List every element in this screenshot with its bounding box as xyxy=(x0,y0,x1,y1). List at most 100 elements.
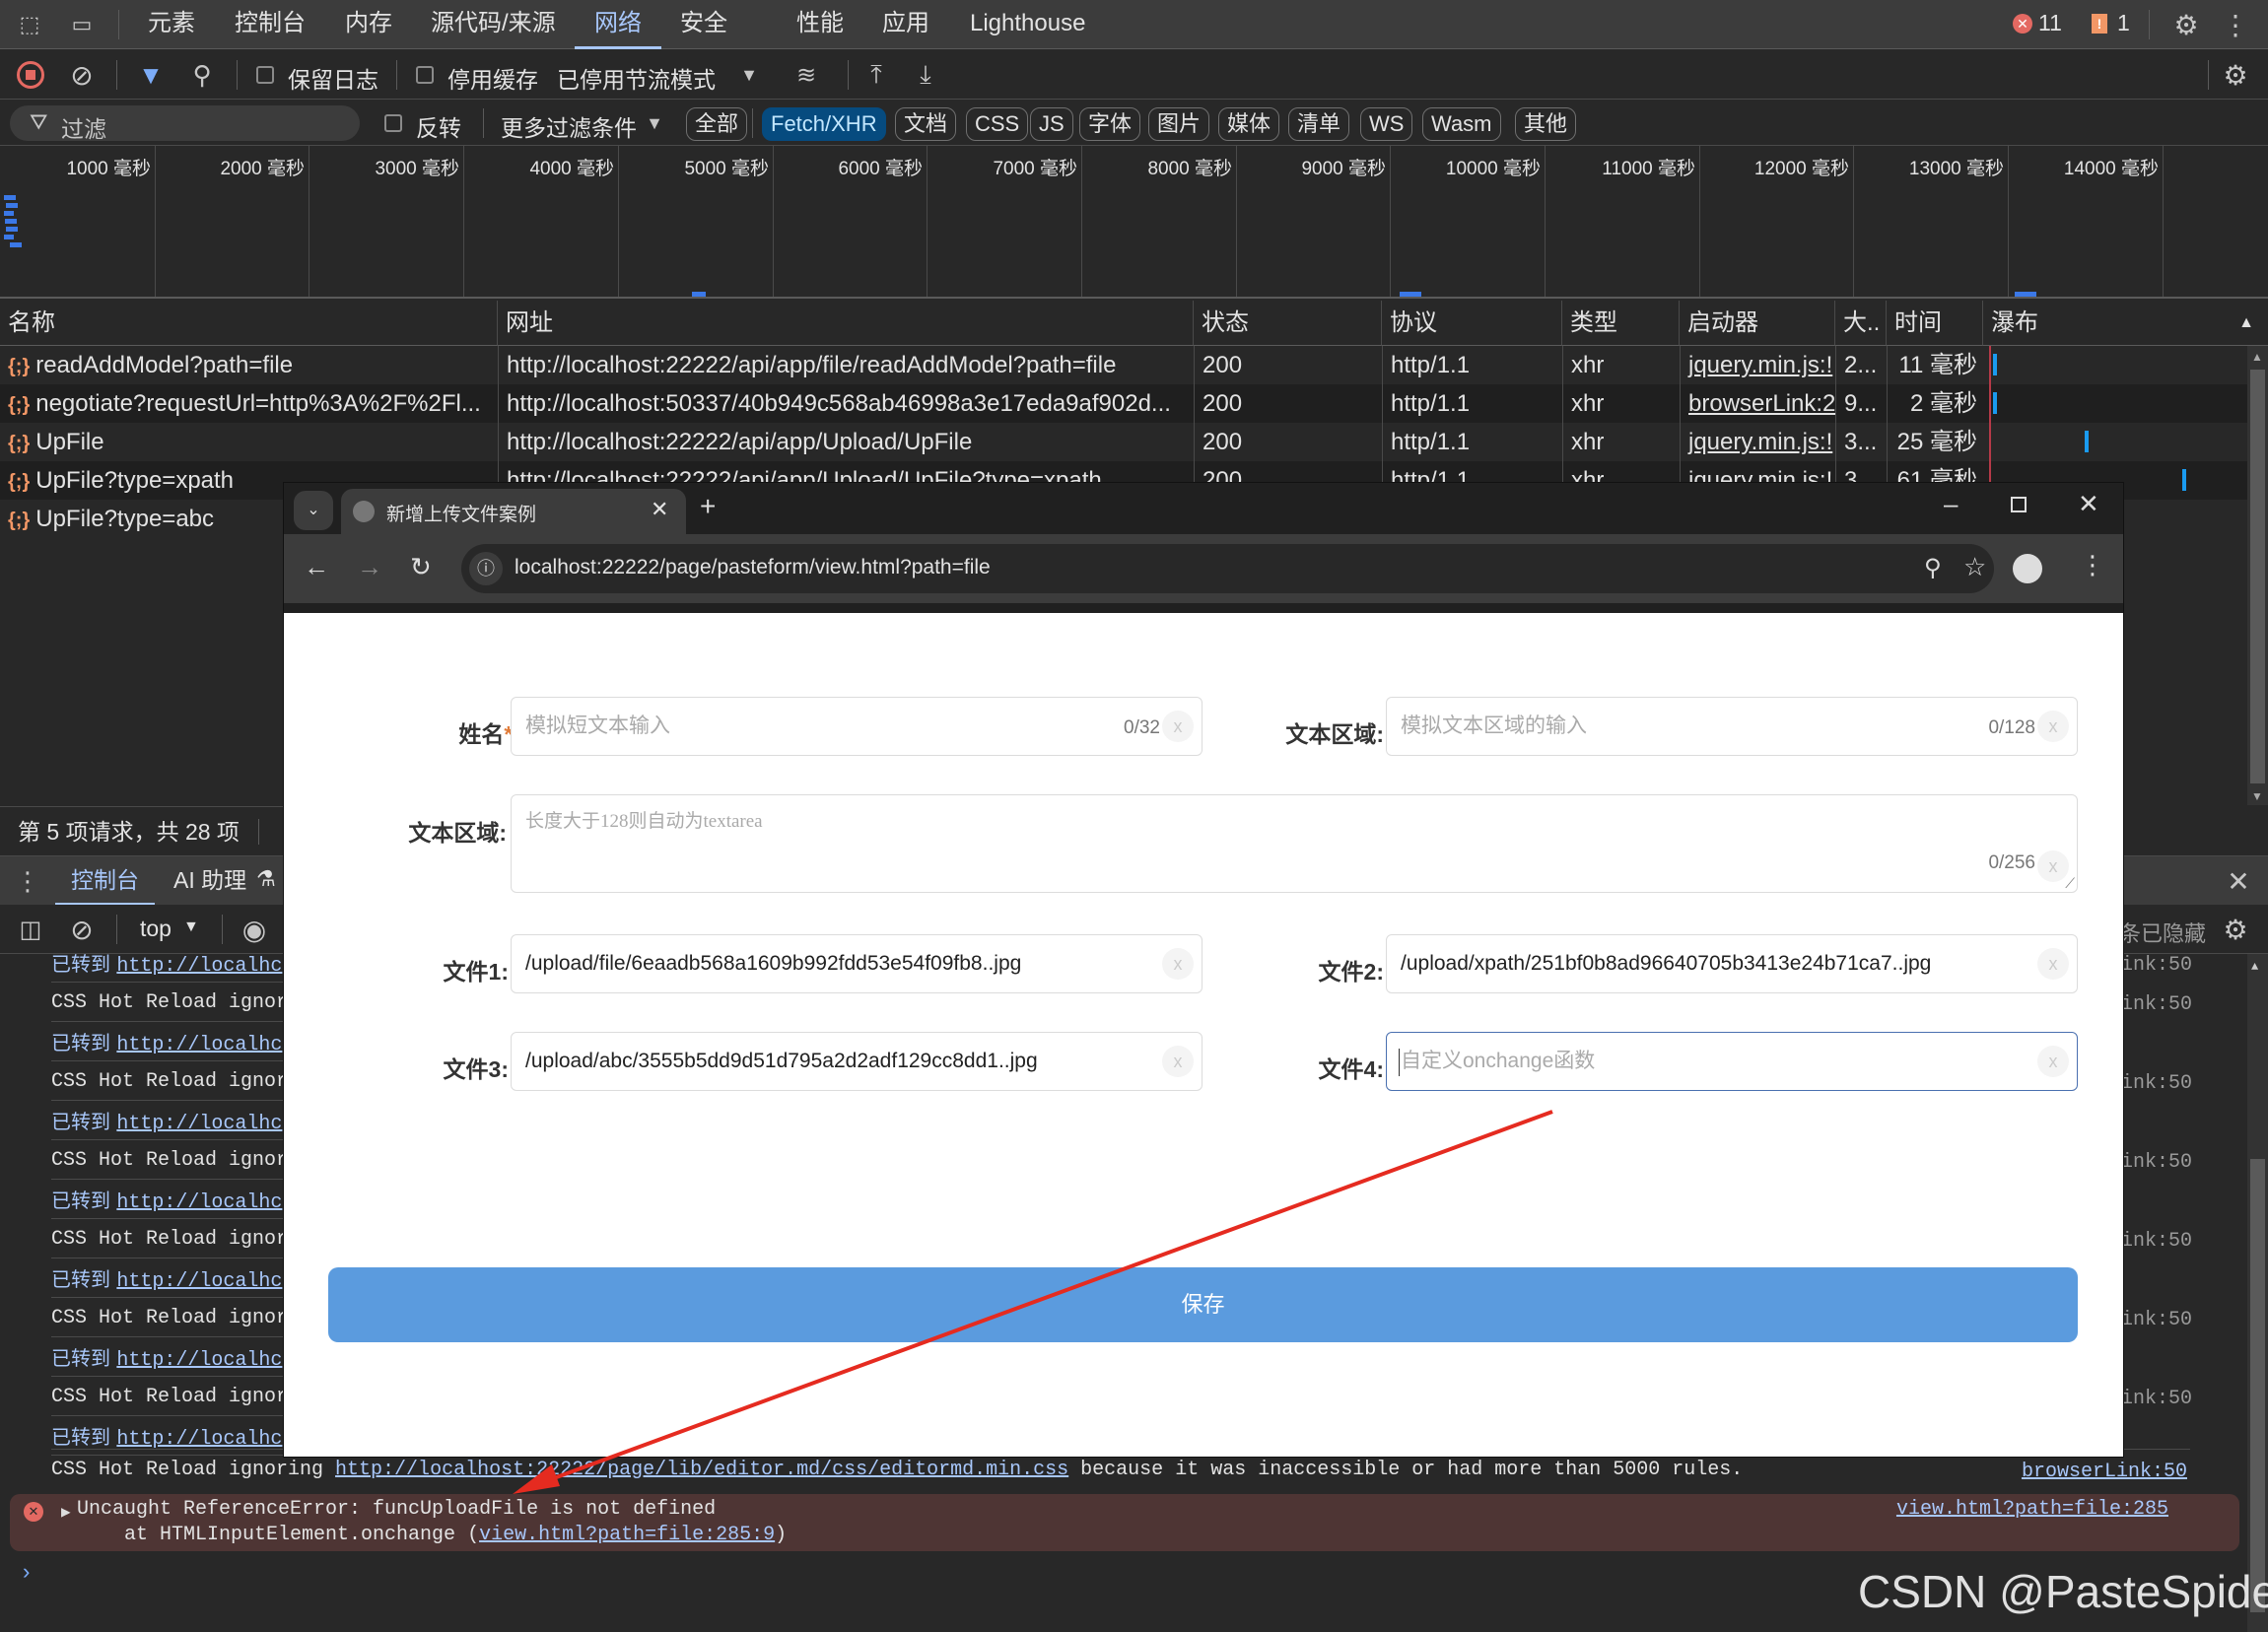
filter-chip-ws[interactable]: WS xyxy=(1360,107,1413,141)
filter-chip-manifest[interactable]: 清单 xyxy=(1288,107,1350,141)
maximize-window-icon[interactable] xyxy=(2011,497,2027,512)
clear-input-icon[interactable]: x xyxy=(2037,1046,2069,1077)
disable-cache-checkbox[interactable] xyxy=(416,66,434,84)
address-bar[interactable]: ⓘ localhost:22222/page/pasteform/view.ht… xyxy=(461,544,1994,593)
device-toolbar-icon[interactable]: ▭ xyxy=(65,10,99,39)
request-row[interactable]: {;} negotiate?requestUrl=http%3A%2F%2Fl..… xyxy=(0,384,2247,423)
source-link-view-html[interactable]: view.html?path=file:285 xyxy=(1896,1498,2168,1521)
source-link[interactable]: ink:50 xyxy=(2121,1151,2192,1174)
source-link[interactable]: ink:50 xyxy=(2121,954,2192,977)
column-header-size[interactable]: 大.. xyxy=(1835,301,1887,346)
reload-icon[interactable]: ↻ xyxy=(410,552,432,582)
filter-chip-all[interactable]: 全部 xyxy=(686,107,748,141)
browser-menu-icon[interactable]: ⋮ xyxy=(2080,550,2105,580)
context-selector[interactable]: top xyxy=(140,916,172,942)
name-input[interactable]: 模拟短文本输入 0/32 x xyxy=(511,697,1203,756)
tab-sources[interactable]: 源代码/来源 xyxy=(431,0,556,49)
file3-input[interactable]: /upload/abc/3555b5dd9d51d795a2d2adf129cc… xyxy=(511,1032,1203,1091)
clear-input-icon[interactable]: x xyxy=(2037,850,2069,882)
close-drawer-icon[interactable]: ✕ xyxy=(2224,866,2253,897)
redirect-link[interactable]: http://localhc xyxy=(116,1270,282,1293)
scroll-down-icon[interactable]: ▼ xyxy=(2251,789,2263,803)
context-dropdown-icon[interactable]: ▼ xyxy=(183,918,199,936)
filter-chip-fetch-xhr[interactable]: Fetch/XHR xyxy=(762,107,886,141)
source-link[interactable]: ink:50 xyxy=(2121,1309,2192,1331)
console-prompt-icon[interactable]: › xyxy=(20,1561,33,1586)
column-header-name[interactable]: 名称 xyxy=(0,301,498,346)
dropdown-arrow-icon[interactable]: ▼ xyxy=(737,62,761,88)
inspect-element-icon[interactable]: ⬚ xyxy=(14,10,45,39)
warning-icon[interactable]: ! xyxy=(2092,14,2107,34)
drawer-tab-console[interactable]: 控制台 xyxy=(55,856,155,906)
scroll-up-icon[interactable]: ▲ xyxy=(2251,350,2263,364)
clear-icon[interactable]: ⊘ xyxy=(67,60,97,91)
filter-chip-css[interactable]: CSS xyxy=(966,107,1029,141)
table-scrollbar[interactable]: ▲ ▼ xyxy=(2247,346,2268,805)
filter-chip-img[interactable]: 图片 xyxy=(1148,107,1210,141)
filter-chip-other[interactable]: 其他 xyxy=(1515,107,1577,141)
error-count[interactable]: 11 xyxy=(2038,10,2062,36)
drawer-tab-ai-assistant[interactable]: AI 助理 xyxy=(173,856,246,906)
forward-arrow-icon[interactable]: → xyxy=(357,552,382,582)
browser-tab-active[interactable]: 新增上传文件案例 ✕ xyxy=(341,489,686,534)
new-tab-plus-icon[interactable]: + xyxy=(700,491,716,522)
file4-input[interactable]: 自定义onchange函数 x xyxy=(1386,1032,2078,1091)
record-stop-icon[interactable] xyxy=(17,61,44,89)
filter-chip-font[interactable]: 字体 xyxy=(1079,107,1141,141)
source-link[interactable]: ink:50 xyxy=(2121,1388,2192,1410)
back-arrow-icon[interactable]: ← xyxy=(304,552,329,582)
textarea1-input[interactable]: 模拟文本区域的输入 0/128 x xyxy=(1386,697,2078,756)
column-header-type[interactable]: 类型 xyxy=(1562,301,1680,346)
column-header-url[interactable]: 网址 xyxy=(498,301,1194,346)
cell-initiator[interactable]: jquery.min.js:! xyxy=(1680,423,1835,461)
tab-elements[interactable]: 元素 xyxy=(148,0,195,49)
expand-triangle-icon[interactable]: ▶ xyxy=(61,1502,71,1522)
save-button[interactable]: 保存 xyxy=(328,1267,2078,1342)
request-row[interactable]: {;} readAddModel?path=file http://localhos… xyxy=(0,346,2247,384)
filter-input[interactable]: ⛛ 过滤 xyxy=(10,105,360,142)
clear-input-icon[interactable]: x xyxy=(1162,711,1194,742)
close-tab-icon[interactable]: ✕ xyxy=(651,497,668,522)
redirect-link[interactable]: http://localhc xyxy=(116,1034,282,1056)
minimize-window-icon[interactable]: – xyxy=(1944,489,1958,519)
site-info-icon[interactable]: ⓘ xyxy=(469,552,503,585)
export-har-icon[interactable]: ⤓ xyxy=(911,59,940,90)
filter-chip-wasm[interactable]: Wasm xyxy=(1422,107,1501,141)
profile-avatar-icon[interactable] xyxy=(2013,554,2042,583)
stylesheet-link[interactable]: http://localhost:22222/page/lib/editor.m… xyxy=(335,1459,1068,1481)
source-link[interactable]: ink:50 xyxy=(2121,1230,2192,1253)
tab-network[interactable]: 网络 xyxy=(575,0,661,49)
filter-funnel-icon[interactable]: ▼ xyxy=(134,60,168,90)
throttling-select[interactable]: 已停用节流模式 xyxy=(557,61,716,95)
close-window-icon[interactable]: ✕ xyxy=(2078,489,2099,519)
tab-search-chevron-icon[interactable]: ⌄ xyxy=(294,491,333,530)
warning-count[interactable]: 1 xyxy=(2117,10,2130,36)
file1-input[interactable]: /upload/file/6eaadb568a1609b992fdd53e54f… xyxy=(511,934,1203,993)
address-url[interactable]: localhost:22222/page/pasteform/view.html… xyxy=(515,556,991,579)
redirect-link[interactable]: http://localhc xyxy=(116,1113,282,1135)
resize-handle-icon[interactable]: ⟋ xyxy=(2065,875,2075,892)
more-filters-arrow-icon[interactable]: ▼ xyxy=(643,110,666,136)
invert-checkbox[interactable] xyxy=(384,114,402,132)
tab-console[interactable]: 控制台 xyxy=(235,0,306,49)
drawer-menu-icon[interactable]: ⋮ xyxy=(15,866,40,896)
column-header-initiator[interactable]: 启动器 xyxy=(1680,301,1835,346)
bookmark-star-icon[interactable]: ☆ xyxy=(1963,552,1986,582)
redirect-link[interactable]: http://localhc xyxy=(116,1428,282,1451)
clear-console-icon[interactable]: ⊘ xyxy=(67,915,97,945)
network-overview-timeline[interactable]: 1000 毫秒 2000 毫秒 3000 毫秒 4000 毫秒 5000 毫秒 6000 … xyxy=(0,146,2268,299)
sidebar-toggle-icon[interactable]: ◫ xyxy=(16,915,45,944)
search-icon[interactable]: ⚲ xyxy=(187,60,217,90)
zoom-magnifier-icon[interactable]: ⚲ xyxy=(1924,554,1942,582)
console-scrollbar[interactable]: ▲ xyxy=(2247,954,2268,1632)
cell-initiator[interactable]: jquery.min.js:! xyxy=(1680,346,1835,384)
tab-application[interactable]: 应用 xyxy=(882,0,929,49)
request-row[interactable]: {;} UpFile http://localhost:22222/api/app/… xyxy=(0,423,2247,461)
tab-memory[interactable]: 内存 xyxy=(345,0,392,49)
redirect-link[interactable]: http://localhc xyxy=(116,1191,282,1214)
column-header-status[interactable]: 状态 xyxy=(1194,301,1382,346)
network-conditions-wifi-icon[interactable]: ≋ xyxy=(789,60,824,90)
tab-lighthouse[interactable]: Lighthouse xyxy=(970,0,1085,49)
scroll-up-icon[interactable]: ▲ xyxy=(2251,960,2258,974)
tab-performance[interactable]: 性能 xyxy=(796,0,844,49)
